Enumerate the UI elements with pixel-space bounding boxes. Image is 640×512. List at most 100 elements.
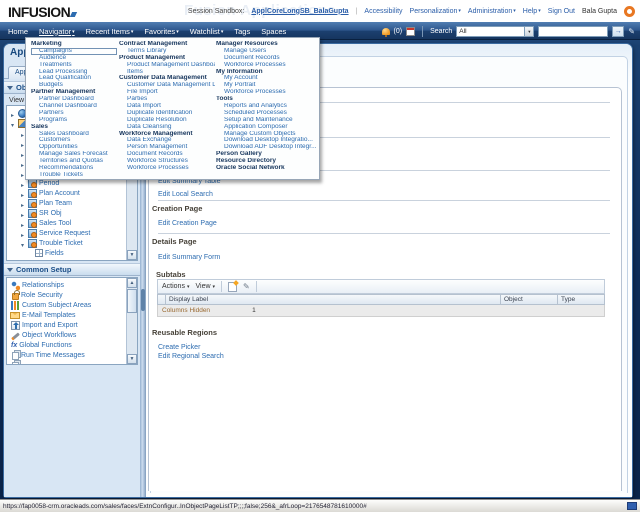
nav-tags[interactable]: Tags: [234, 27, 250, 36]
menu-item-trouble-tickets[interactable]: Trouble Tickets: [31, 172, 117, 179]
chevron-down-icon[interactable]: [7, 86, 13, 90]
nav-recent-items[interactable]: Recent Items: [86, 27, 134, 36]
menu-item-document-records[interactable]: Document Records: [216, 55, 318, 62]
edit-regional-search-link[interactable]: Edit Regional Search: [158, 353, 224, 360]
sign-out-link[interactable]: Sign Out: [548, 8, 575, 15]
menu-item-parties[interactable]: Parties: [119, 96, 215, 103]
menu-item-partner-dashboard[interactable]: Partner Dashboard: [31, 96, 117, 103]
menu-item-resource-directory[interactable]: Resource Directory: [216, 158, 318, 165]
nav-home[interactable]: Home: [8, 27, 28, 36]
menu-item-reports-and-analytics[interactable]: Reports and Analytics: [216, 103, 318, 110]
column-type[interactable]: Type: [557, 294, 605, 305]
menu-item-application-composer[interactable]: Application Composer: [216, 124, 318, 131]
edit-creation-page-link[interactable]: Edit Creation Page: [158, 220, 217, 227]
column-display-label[interactable]: Display Label: [165, 294, 500, 305]
edit-local-search-link[interactable]: Edit Local Search: [158, 191, 213, 198]
tree-item-plan-account[interactable]: Plan Account: [7, 188, 137, 198]
menu-item-campaigns[interactable]: Campaigns: [31, 48, 117, 55]
edit-pencil-icon[interactable]: [243, 283, 250, 291]
tree-item-service-request[interactable]: Service Request: [7, 228, 137, 238]
create-picker-link[interactable]: Create Picker: [158, 344, 200, 351]
menu-item-data-cleansing[interactable]: Data Cleansing: [119, 124, 215, 131]
scroll-down-icon[interactable]: ▼: [127, 354, 137, 364]
menu-item-lead-qualification[interactable]: Lead Qualification: [31, 75, 117, 82]
list-item-run-time-messages[interactable]: Run Time Messages: [7, 350, 137, 360]
menu-item-budgets[interactable]: Budgets: [31, 82, 117, 89]
menu-item-product-management-dashboard[interactable]: Product Management Dashboar...: [119, 62, 215, 69]
menu-item-data-import[interactable]: Data Import: [119, 103, 215, 110]
chevron-down-icon[interactable]: [524, 27, 533, 36]
column-object[interactable]: Object: [500, 294, 557, 305]
menu-item-audience[interactable]: Audience: [31, 55, 117, 62]
list-item-relationships[interactable]: Relationships: [7, 280, 137, 290]
tree-item-trouble-ticket[interactable]: Trouble Ticket: [7, 238, 137, 248]
menu-item-file-import[interactable]: File Import: [119, 89, 215, 96]
menu-item-my-account[interactable]: My Account: [216, 75, 318, 82]
list-item-object-workflows[interactable]: Object Workflows: [7, 330, 137, 340]
menu-item-workforce-processes[interactable]: Workforce Processes: [216, 62, 318, 69]
oracle-badge-icon[interactable]: [624, 6, 635, 17]
menu-item-customers[interactable]: Customers: [31, 137, 117, 144]
menu-item-data-exchange[interactable]: Data Exchange: [119, 137, 215, 144]
list-item-global-functions[interactable]: Global Functions: [7, 340, 137, 350]
menu-item-document-records[interactable]: Document Records: [119, 151, 215, 158]
menu-item-workforce-structures[interactable]: Workforce Structures: [119, 158, 215, 165]
actions-menu-button[interactable]: Actions: [162, 283, 189, 290]
list-item-email-templates[interactable]: E-Mail Templates: [7, 310, 137, 320]
menu-item-territories-and-quotas[interactable]: Territories and Quotas: [31, 158, 117, 165]
nav-watchlist[interactable]: Watchlist: [190, 27, 224, 36]
list-item-partial[interactable]: [7, 360, 137, 365]
collapse-icon[interactable]: [19, 234, 26, 252]
menu-item-manage-users[interactable]: Manage Users: [216, 48, 318, 55]
menu-item-treatments[interactable]: Treatments: [31, 62, 117, 69]
collapse-icon[interactable]: [9, 114, 16, 132]
menu-item-manage-sales-forecast[interactable]: Manage Sales Forecast: [31, 151, 117, 158]
menu-item-channel-dashboard[interactable]: Channel Dashboard: [31, 103, 117, 110]
nav-favorites[interactable]: Favorites: [144, 27, 178, 36]
menu-item-programs[interactable]: Programs: [31, 117, 117, 124]
menu-item-setup-and-maintenance[interactable]: Setup and Maintenance: [216, 117, 318, 124]
personalization-menu[interactable]: Personalization: [410, 8, 461, 15]
tree-item-sales-tool[interactable]: Sales Tool: [7, 218, 137, 228]
accessibility-link[interactable]: Accessibility: [364, 8, 402, 15]
menu-item-my-portrait[interactable]: My Portrait: [216, 82, 318, 89]
menu-item-person-management[interactable]: Person Management: [119, 144, 215, 151]
menu-item-items[interactable]: Items: [119, 69, 215, 76]
menu-item-duplicate-identification[interactable]: Duplicate Identification: [119, 110, 215, 117]
menu-item-workforce-processes[interactable]: Workforce Processes: [119, 165, 215, 172]
scroll-up-icon[interactable]: ▲: [127, 278, 137, 288]
administration-menu[interactable]: Administration: [468, 8, 516, 15]
edit-summary-form-link[interactable]: Edit Summary Form: [158, 254, 220, 261]
calendar-icon[interactable]: [406, 27, 415, 36]
menu-item-recommendations[interactable]: Recommendations: [31, 165, 117, 172]
menu-item-partners[interactable]: Partners: [31, 110, 117, 117]
menu-item-person-gallery[interactable]: Person Gallery: [216, 151, 318, 158]
menu-item-download-desktop-integration[interactable]: Download Desktop Integratio...: [216, 137, 318, 144]
list-item-import-export[interactable]: Import and Export: [7, 320, 137, 330]
advanced-search-icon[interactable]: [628, 27, 635, 36]
menu-item-terms-library[interactable]: Terms Library: [119, 48, 215, 55]
menu-item-download-adf-desktop-integration[interactable]: Download ADF Desktop Integr...: [216, 144, 318, 151]
list-scrollbar[interactable]: ▲ ▼: [126, 278, 137, 364]
notifications-bell-icon[interactable]: [382, 28, 390, 35]
session-sandbox-link[interactable]: ApplCoreLongSB_BalaGupta: [251, 8, 348, 15]
view-menu-button[interactable]: View: [195, 283, 215, 290]
help-menu[interactable]: Help: [523, 8, 541, 15]
search-go-button[interactable]: [612, 26, 624, 37]
menu-item-sales-dashboard[interactable]: Sales Dashboard: [31, 131, 117, 138]
search-scope-select[interactable]: All: [456, 26, 534, 37]
menu-item-lead-processing[interactable]: Lead Processing: [31, 69, 117, 76]
scrollbar-thumb[interactable]: [127, 289, 137, 313]
list-item-custom-subject-areas[interactable]: Custom Subject Areas: [7, 300, 137, 310]
menu-item-scheduled-processes[interactable]: Scheduled Processes: [216, 110, 318, 117]
nav-navigator[interactable]: Navigator: [39, 27, 75, 36]
menu-item-manage-custom-objects[interactable]: Manage Custom Objects: [216, 131, 318, 138]
menu-item-workforce-processes[interactable]: Workforce Processes: [216, 89, 318, 96]
common-setup-section-header[interactable]: Common Setup: [4, 263, 140, 276]
menu-item-oracle-social-network[interactable]: Oracle Social Network: [216, 165, 318, 172]
splitter-handle[interactable]: [141, 289, 145, 311]
menu-item-duplicate-resolution[interactable]: Duplicate Resolution: [119, 117, 215, 124]
menu-item-opportunities[interactable]: Opportunities: [31, 144, 117, 151]
tree-item-fields[interactable]: Fields: [7, 248, 137, 258]
tree-item-sr-obj[interactable]: SR Obj: [7, 208, 137, 218]
